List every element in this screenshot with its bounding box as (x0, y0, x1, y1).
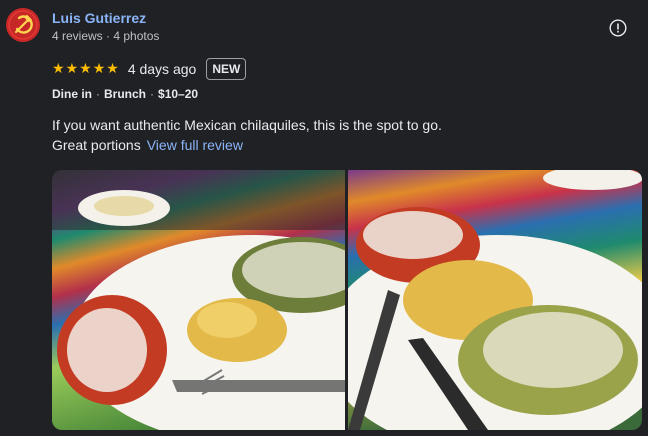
review-text: If you want authentic Mexican chilaquile… (52, 115, 442, 155)
hammer-sickle-icon (6, 8, 40, 42)
review-text-line: If you want authentic Mexican chilaquile… (52, 117, 442, 133)
exclamation-circle-icon[interactable] (609, 19, 627, 37)
new-badge: NEW (206, 58, 247, 80)
review-text-line: Great portions (52, 137, 141, 153)
star-icon: ★ (52, 61, 65, 77)
star-icon: ★ (106, 61, 119, 77)
review-time: 4 days ago (127, 61, 197, 77)
author-stats: 4 reviews · 4 photos (52, 29, 160, 43)
star-icon: ★ (92, 61, 106, 77)
attribute-meal: Brunch (104, 87, 147, 101)
star-icon: ★ (65, 61, 79, 77)
review-photo[interactable] (348, 170, 642, 430)
review-card: Luis Gutierrez 4 reviews · 4 photos ★ ★ ★ ★… (0, 0, 648, 436)
review-photos (52, 170, 642, 430)
rating-row: ★ ★ ★ ★ ★ 4 days ago NEW (52, 58, 247, 80)
review-photo[interactable] (52, 170, 345, 430)
attribute-service: Dine in (52, 87, 93, 101)
attribute-price: $10–20 (158, 87, 199, 101)
avatar[interactable] (6, 8, 40, 42)
separator-dot: · (96, 87, 101, 101)
visit-attributes: Dine in · Brunch · $10–20 (52, 87, 198, 101)
view-full-review-link[interactable]: View full review (147, 137, 243, 153)
star-rating: ★ ★ ★ ★ ★ (52, 62, 119, 76)
separator-dot: · (150, 87, 155, 101)
author-name[interactable]: Luis Gutierrez (52, 10, 146, 26)
star-icon: ★ (79, 61, 92, 77)
